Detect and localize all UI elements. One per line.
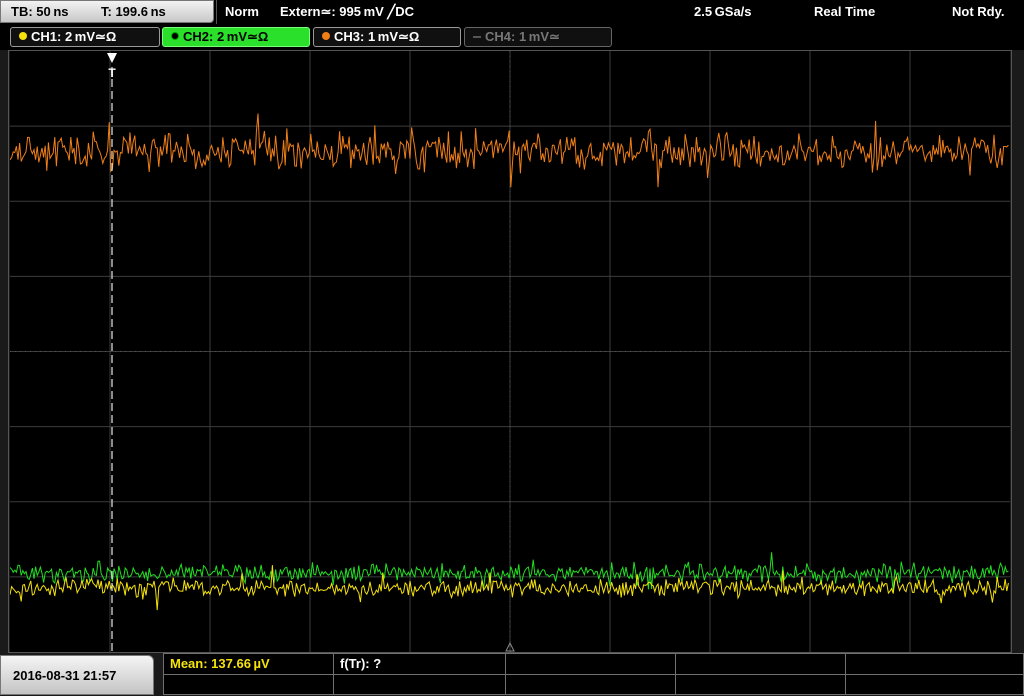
measurement-empty-cell[interactable] [846,654,1023,674]
date-time: 2016-08-31 21:57 [13,668,117,683]
freq-measurement: f(Tr): ? [340,656,382,671]
waveform-canvas[interactable]: T [10,51,1010,652]
graticule [10,51,1010,652]
measurement-panel[interactable]: Mean: 137.66 µV f(Tr): ? [163,653,1024,695]
channel-4-indicator-icon [473,36,481,38]
mean-measurement: Mean: 137.66 µV [170,656,270,671]
sample-rate[interactable]: 2.5 GSa/s [694,0,752,24]
channel-2-label: CH2: 2 mV≃Ω [183,29,269,44]
channel-3-tab[interactable]: CH3: 1 mV≃Ω [313,27,461,47]
channel-4-tab[interactable]: CH4: 1 mV≃ [464,27,612,47]
trigger-source[interactable]: Extern≃: 995 mV ╱DC [280,0,414,24]
channel-1-label: CH1: 2 mV≃Ω [31,29,117,44]
top-status-bar: TB: 50 ns T: 199.6 ns Norm Extern≃: 995 … [0,0,1024,25]
waveform-traces [10,113,1009,611]
trigger-mode[interactable]: Norm [225,0,259,24]
timebase-panel[interactable]: TB: 50 ns T: 199.6 ns [0,0,214,23]
acquisition-status: Not Rdy. [952,4,1005,19]
channel-3-indicator-icon [322,32,330,40]
measurement-freq-cell[interactable]: f(Tr): ? [334,654,506,674]
trigger-position-marker: T [108,66,116,80]
trigger-time-value[interactable]: T: 199.6 ns [101,1,166,23]
measurement-empty-cell[interactable] [334,674,506,694]
date-time-panel[interactable]: 2016-08-31 21:57 [0,655,154,695]
measurement-mean-cell[interactable]: Mean: 137.66 µV [164,654,334,674]
ch3-trace [10,113,1009,188]
measurement-empty-cell[interactable] [506,654,676,674]
channel-bar: CH1: 2 mV≃Ω CH2: 2 mV≃Ω CH3: 1 mV≃Ω CH4:… [0,25,1024,50]
channel-3-label: CH3: 1 mV≃Ω [334,29,420,44]
measurement-empty-cell[interactable] [846,674,1023,694]
channel-1-tab[interactable]: CH1: 2 mV≃Ω [10,27,160,47]
acquisition-mode[interactable]: Real Time [814,0,875,24]
channel-2-indicator-icon [171,32,179,40]
channel-2-tab[interactable]: CH2: 2 mV≃Ω [162,27,310,47]
channel-1-indicator-icon [19,32,27,40]
channel-4-label: CH4: 1 mV≃ [485,29,560,44]
trigger-position-arrow-icon[interactable] [107,53,117,63]
measurement-empty-cell[interactable] [676,654,846,674]
waveform-display[interactable]: T [10,51,1010,652]
measurement-empty-cell[interactable] [506,674,676,694]
measurement-empty-cell[interactable] [164,674,334,694]
timebase-value[interactable]: TB: 50 ns [11,1,69,23]
top-separator [216,0,217,24]
ch1-trace [10,565,1009,611]
measurement-empty-cell[interactable] [676,674,846,694]
